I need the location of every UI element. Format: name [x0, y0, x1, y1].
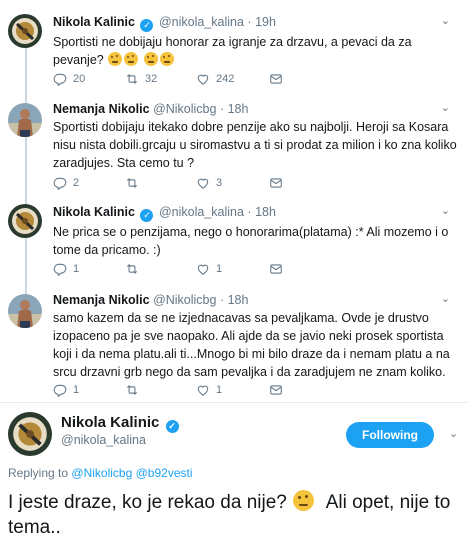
retweet-icon: [125, 262, 139, 276]
chevron-down-icon[interactable]: ⌄: [441, 101, 450, 114]
avatar[interactable]: [8, 14, 42, 48]
author-name[interactable]: Nemanja Nikolic: [53, 293, 150, 307]
main-author-handle[interactable]: @nikola_kalina: [61, 433, 146, 447]
tweet-text: samo kazem da se ne izjednacavas sa peva…: [53, 311, 450, 379]
like-icon: [196, 262, 210, 276]
tweet-4[interactable]: Nemanja Nikolic @Nikolicbg · 18h ⌄ samo …: [0, 286, 468, 400]
thread-line: [25, 196, 27, 203]
reply-button[interactable]: 20: [53, 71, 85, 87]
thinking-emoji: [143, 52, 158, 66]
like-button[interactable]: 1: [196, 382, 222, 398]
tweet-3[interactable]: Nikola Kalinic ✓ @nikola_kalina · 18h ⌄ …: [0, 196, 468, 298]
tweet-text: Sportisti ne dobijaju honorar za igranje…: [53, 35, 412, 67]
timestamp[interactable]: 18h: [228, 293, 249, 307]
author-name[interactable]: Nemanja Nikolic: [53, 102, 150, 116]
like-icon: [196, 72, 210, 86]
dm-button[interactable]: [269, 71, 283, 87]
reply-icon: [53, 262, 67, 276]
thinking-emoji: [293, 490, 315, 511]
verified-icon: ✓: [140, 19, 154, 32]
tweet-text: Sportisti dobijaju itekako dobre penzije…: [53, 120, 457, 170]
avatar[interactable]: [8, 103, 42, 137]
retweet-button[interactable]: [125, 261, 145, 277]
author-handle[interactable]: @nikola_kalina: [159, 15, 244, 29]
like-button[interactable]: 242: [196, 71, 234, 87]
reply-button[interactable]: 2: [53, 175, 79, 191]
author-handle[interactable]: @Nikolicbg: [153, 102, 216, 116]
like-button[interactable]: 1: [196, 261, 222, 277]
divider: [0, 402, 468, 403]
reply-button[interactable]: 1: [53, 382, 79, 398]
tweet-1[interactable]: Nikola Kalinic ✓ @nikola_kalina · 19h ⌄ …: [0, 8, 468, 106]
retweet-button[interactable]: [125, 382, 145, 398]
like-button[interactable]: 3: [196, 175, 222, 191]
following-button[interactable]: Following: [346, 422, 434, 448]
dm-button[interactable]: [269, 175, 283, 191]
like-icon: [196, 176, 210, 190]
retweet-button[interactable]: 32: [125, 71, 157, 87]
dm-button[interactable]: [269, 261, 283, 277]
like-icon: [196, 383, 210, 397]
tweet-text: Ne prica se o penzijama, nego o honorari…: [53, 225, 449, 257]
avatar[interactable]: [8, 294, 42, 328]
chevron-down-icon[interactable]: ⌄: [449, 427, 458, 440]
retweet-icon: [125, 383, 139, 397]
reply-button[interactable]: 1: [53, 261, 79, 277]
thread-line: [25, 286, 27, 293]
dm-icon: [269, 72, 283, 86]
timestamp[interactable]: 19h: [255, 15, 276, 29]
timestamp[interactable]: 18h: [255, 205, 276, 219]
reply-icon: [53, 176, 67, 190]
dm-button[interactable]: [269, 382, 283, 398]
retweet-button[interactable]: [125, 175, 145, 191]
dm-icon: [269, 383, 283, 397]
main-author-name[interactable]: Nikola Kalinic ✓: [61, 414, 181, 433]
thinking-emoji: [159, 52, 174, 66]
thinking-emoji: [124, 52, 139, 66]
dm-icon: [269, 176, 283, 190]
author-name[interactable]: Nikola Kalinic: [53, 15, 135, 29]
author-handle[interactable]: @Nikolicbg: [153, 293, 216, 307]
chevron-down-icon[interactable]: ⌄: [441, 292, 450, 305]
verified-icon: ✓: [140, 209, 154, 222]
chevron-down-icon[interactable]: ⌄: [441, 14, 450, 27]
replying-to: Replying to @Nikolicbg @b92vesti: [8, 466, 193, 480]
verified-icon: ✓: [165, 420, 179, 433]
main-tweet-text: I jeste draze, ko je rekao da nije? Ali …: [8, 490, 451, 538]
chevron-down-icon[interactable]: ⌄: [441, 204, 450, 217]
author-name[interactable]: Nikola Kalinic: [53, 205, 135, 219]
mention-link[interactable]: @Nikolicbg: [71, 466, 132, 480]
retweet-icon: [125, 176, 139, 190]
tweet-2[interactable]: Nemanja Nikolic @Nikolicbg · 18h ⌄ Sport…: [0, 95, 468, 207]
author-handle[interactable]: @nikola_kalina: [159, 205, 244, 219]
thinking-emoji: [108, 52, 123, 66]
thread-line: [25, 95, 27, 102]
retweet-icon: [125, 72, 139, 86]
reply-icon: [53, 72, 67, 86]
reply-icon: [53, 383, 67, 397]
mention-link[interactable]: @b92vesti: [136, 466, 193, 480]
avatar[interactable]: [8, 204, 42, 238]
main-avatar[interactable]: [8, 412, 52, 456]
timestamp[interactable]: 18h: [228, 102, 249, 116]
dm-icon: [269, 262, 283, 276]
